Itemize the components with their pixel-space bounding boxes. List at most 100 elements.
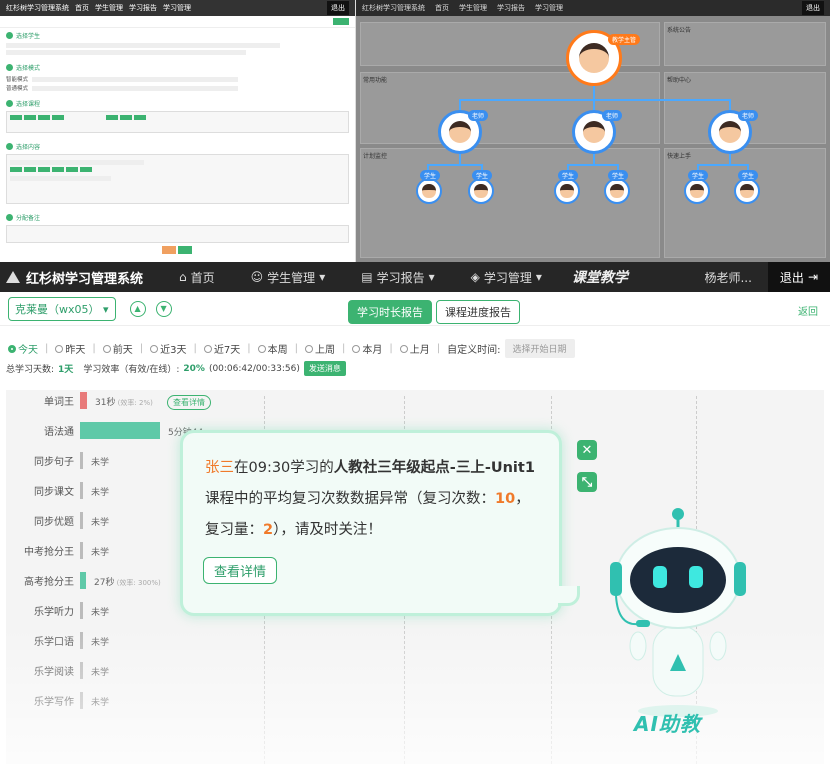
step-icon — [6, 32, 13, 39]
radio-icon — [203, 345, 212, 353]
send-message-button[interactable]: 发送消息 — [303, 361, 346, 376]
left-preview-section-label: 选择课程 — [16, 101, 41, 108]
collapse-icon: ⤡ — [581, 474, 593, 490]
radio-icon — [257, 345, 266, 353]
filter-3days[interactable]: 近3天 — [150, 341, 187, 356]
filter-last-week[interactable]: 上周 — [305, 341, 335, 356]
filter-label: 本周 — [267, 345, 288, 356]
filter-day-before[interactable]: 前天 — [102, 341, 133, 356]
nav-label: 学生管理 — [267, 270, 316, 285]
bar — [80, 602, 83, 619]
left-preview-section-4: 分配备注 — [0, 210, 355, 259]
tab-study-time[interactable]: 学习时长报告 — [348, 300, 432, 324]
left-preview-section-3: 选择内容 — [0, 139, 355, 210]
step-icon — [6, 214, 13, 221]
back-link[interactable]: 返回 — [798, 303, 818, 318]
nav-item-students[interactable]: ☺ 学生管理 ▾ — [251, 269, 326, 286]
exit-button[interactable]: 退出 ⇥ — [767, 262, 830, 292]
remark-box — [6, 225, 349, 243]
filter-this-week[interactable]: 本周 — [257, 341, 288, 356]
bar-value-label: 未学 — [91, 488, 110, 498]
radio-icon — [102, 345, 111, 353]
alert-line3: 复习量： — [205, 522, 263, 538]
radio-icon — [399, 345, 408, 353]
view-details-button[interactable]: 查看详情 — [203, 557, 278, 584]
chevron-down-icon: ▾ — [103, 302, 109, 316]
row-detail-button[interactable]: 查看详情 — [167, 395, 211, 410]
student-tag: 学生 — [608, 170, 629, 181]
collapse-alert-button[interactable]: ⤡ — [577, 472, 597, 492]
next-student-button[interactable]: ▼ — [155, 300, 172, 317]
radio-icon — [55, 345, 64, 353]
step-icon — [6, 100, 13, 107]
alert-line2-end: ， — [515, 491, 530, 507]
filter-this-month[interactable]: 本月 — [352, 341, 382, 356]
left-preview-nav-3: 学习管理 — [163, 4, 191, 12]
users-icon: ☺ — [250, 270, 264, 284]
filter-yesterday[interactable]: 昨天 — [55, 341, 85, 356]
teacher-tag: 老师 — [468, 110, 489, 121]
bar — [80, 572, 86, 589]
start-date-picker[interactable]: 选择开始日期 — [504, 339, 575, 358]
student-tag: 学生 — [420, 170, 441, 181]
course-box — [6, 111, 349, 133]
filter-last-month[interactable]: 上月 — [399, 341, 430, 356]
radio-icon — [8, 345, 16, 353]
nav-item-learning[interactable]: ◈ 学习管理 ▾ — [471, 269, 542, 286]
category-label: 单词王 — [44, 397, 74, 408]
filter-label: 近7天 — [213, 345, 241, 356]
filter-today[interactable]: 今天 — [8, 341, 38, 356]
teacher-tag: 老师 — [738, 110, 759, 121]
bar-value-label: 未学 — [91, 518, 110, 528]
left-preview-section-2: 选择课程 — [0, 96, 355, 139]
app-title: 红杉树学习管理系统 — [26, 271, 144, 287]
filter-label: 前天 — [112, 345, 133, 356]
left-preview-section-label: 选择学生 — [16, 33, 41, 40]
alert-line2: 课程中的平均复习次数数据异常（复习次数： — [205, 491, 495, 507]
brand-ketang[interactable]: 课堂教学 — [572, 267, 628, 287]
left-preview-header: 红杉树学习管理系统 首页 学生管理 学习报告 学习管理 退出 — [0, 0, 355, 16]
app-logo[interactable]: 红杉树学习管理系统 — [6, 268, 143, 287]
student-avatar — [734, 178, 760, 204]
nav-label: 学习报告 — [376, 270, 425, 285]
bar — [80, 512, 83, 529]
left-preview-panel: 红杉树学习管理系统 首页 学生管理 学习报告 学习管理 退出 选择学生 选择模式… — [0, 0, 356, 262]
student-select[interactable]: 克莱曼（wx05） ▾ — [8, 296, 116, 321]
efficiency-time: (00:06:42/00:33:56) — [208, 363, 300, 374]
custom-time-label: 自定义时间: — [447, 345, 501, 356]
student-avatar — [684, 178, 710, 204]
close-alert-button[interactable]: ✕ — [577, 440, 597, 460]
left-preview-section-0: 选择学生 — [0, 28, 355, 60]
nav-item-reports[interactable]: ▤ 学习报告 ▾ — [361, 269, 434, 286]
home-icon: ⌂ — [179, 270, 187, 284]
supervisor-tag: 教学主管 — [608, 34, 641, 45]
user-menu[interactable]: 杨老师... — [704, 269, 751, 286]
report-tabs: 学习时长报告 课程进度报告 — [348, 300, 520, 324]
radio-icon — [150, 345, 159, 353]
radio-icon — [352, 345, 361, 353]
filter-label: 昨天 — [65, 345, 86, 356]
left-preview-nav-0: 首页 — [75, 4, 89, 12]
study-stats: 总学习天数: 1天 学习效率（有效/在线）: 20% (00:06:42/00:… — [6, 361, 346, 376]
category-label: 同步优题 — [34, 517, 74, 528]
filter-label: 近3天 — [160, 345, 187, 356]
category-label: 高考抢分王 — [24, 577, 74, 588]
left-preview-section-1: 选择模式 智能模式 普通模式 — [0, 60, 355, 96]
report-icon: ▤ — [361, 270, 373, 284]
bar-value-label: 未学 — [91, 608, 110, 618]
left-preview-title: 红杉树学习管理系统 — [6, 4, 69, 12]
chevron-down-icon: ▾ — [535, 270, 542, 284]
nav-item-home[interactable]: ⌂ 首页 — [179, 269, 215, 286]
student-select-value: 克莱曼（wx05） — [15, 302, 100, 316]
student-avatar — [604, 178, 630, 204]
left-preview-nav-1: 学生管理 — [95, 4, 123, 12]
ai-alert-bubble: 张三在09:30学习的人教社三年级起点-三上-Unit1 课程中的平均复习次数数… — [180, 430, 562, 616]
logout-icon: ⇥ — [807, 270, 818, 284]
filter-7days[interactable]: 近7天 — [203, 341, 241, 356]
content-box — [6, 154, 349, 204]
tab-course-progress[interactable]: 课程进度报告 — [436, 300, 520, 324]
alert-text: 张三在09:30学习的人教社三年级起点-三上-Unit1 课程中的平均复习次数数… — [205, 453, 545, 546]
bar — [80, 482, 83, 499]
ai-assistant-robot[interactable] — [598, 496, 758, 736]
prev-student-button[interactable]: ▲ — [129, 300, 146, 317]
